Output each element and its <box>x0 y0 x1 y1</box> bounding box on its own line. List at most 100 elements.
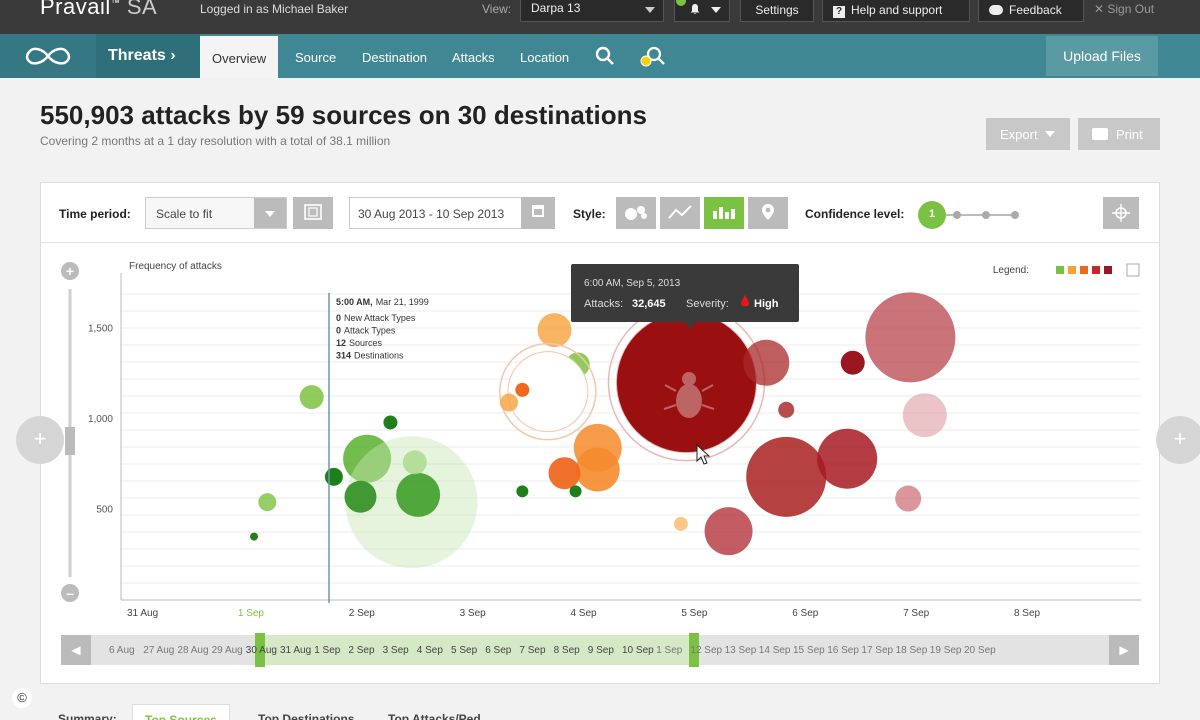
timeline-date-label: 9 Sep <box>587 645 614 656</box>
bubble <box>548 457 581 490</box>
bubble <box>324 467 343 486</box>
x-tick-label: 6 Sep <box>792 608 819 619</box>
chart-prev-button[interactable]: + <box>16 416 64 464</box>
bubble <box>778 401 795 418</box>
chevron-down-icon <box>254 198 286 228</box>
legend-swatch <box>1056 266 1064 274</box>
view-select[interactable]: Darpa 13 <box>520 0 664 22</box>
chevron-right-icon: › <box>170 47 176 64</box>
bubble-chart-icon <box>625 206 647 220</box>
timeline-next-button[interactable]: ▶ <box>1109 635 1139 665</box>
feedback-button[interactable]: Feedback <box>978 0 1084 22</box>
bubble-chart[interactable]: + – Frequency of attacks Legend: 500 1,00… <box>41 243 1159 631</box>
timeline-date-label: 4 Sep <box>416 645 443 656</box>
map-pin-icon <box>762 204 774 220</box>
timeline-date-label: 5 Sep <box>451 645 478 656</box>
timeline-scrubber[interactable]: ◀ 6 Aug 27 Aug 28 Aug 29 Aug 30 Aug 31 Aug 1 S… <box>61 633 1139 667</box>
locate-button[interactable] <box>1103 197 1139 229</box>
style-bar-button[interactable] <box>704 197 744 229</box>
zoom-out-minus: – <box>66 585 74 601</box>
calendar-button[interactable] <box>521 197 555 229</box>
bubble <box>383 415 398 430</box>
search-icon[interactable] <box>595 46 615 66</box>
marker-time: 5:00 AM, Mar 21, 1999 <box>336 297 429 307</box>
y-tick-label: 1,000 <box>88 414 113 425</box>
confidence-stop[interactable] <box>1011 211 1019 219</box>
timeline-prev-button[interactable]: ◀ <box>61 635 91 665</box>
chart-next-button[interactable]: + <box>1156 416 1200 464</box>
settings-button[interactable]: Settings <box>740 0 814 22</box>
help-icon: ? <box>833 6 845 18</box>
close-icon: ✕ <box>1094 2 1108 16</box>
timeline-date-label: 10 Sep <box>622 645 654 656</box>
print-button[interactable]: Print <box>1078 118 1160 150</box>
bubble <box>537 313 572 348</box>
timeline-date-label: 7 Sep <box>519 645 546 656</box>
tab-source[interactable]: Source <box>295 34 336 78</box>
timeline-date-label: 17 Sep <box>861 645 894 656</box>
y-axis-label: Frequency of attacks <box>129 261 222 272</box>
feedback-label: Feedback <box>1009 3 1062 17</box>
time-period-select[interactable]: Scale to fit <box>145 197 287 229</box>
timeline-date-label: 8 Sep <box>553 645 580 656</box>
nav-threats[interactable]: Threats › <box>96 34 200 78</box>
tab-top-sources[interactable]: Top Sources <box>132 704 230 720</box>
y-tick-label: 1,500 <box>88 323 113 334</box>
date-range-value: 30 Aug 2013 - 10 Sep 2013 <box>358 207 505 221</box>
tab-top-attacks[interactable]: Top Attacks/Ped <box>376 704 493 720</box>
timeline-date-label: 1 Sep <box>314 645 341 656</box>
confidence-stop[interactable] <box>982 211 990 219</box>
advanced-search-icon[interactable] <box>640 46 666 68</box>
style-bubble-button[interactable] <box>616 197 656 229</box>
style-line-button[interactable] <box>660 197 700 229</box>
chevron-down-icon <box>1045 131 1056 137</box>
page-title: 550,903 attacks by 59 sources on 30 dest… <box>40 100 647 130</box>
bubble <box>902 393 947 438</box>
marker-details: 0 New Attack Types 0 Attack Types 12 Sources 3… <box>336 313 416 361</box>
calendar-icon <box>532 205 544 217</box>
tab-attacks[interactable]: Attacks <box>452 34 495 78</box>
export-button[interactable]: Export <box>986 118 1070 150</box>
brand-logo[interactable]: Pravail™ SA <box>40 0 157 20</box>
legend-swatch <box>1092 266 1100 274</box>
tab-destination[interactable]: Destination <box>362 34 427 78</box>
confidence-stop[interactable] <box>953 211 961 219</box>
help-button[interactable]: ? Help and support <box>822 0 970 22</box>
tooltip-box <box>571 264 799 322</box>
confidence-label: Confidence level: <box>805 207 905 221</box>
sign-out-link[interactable]: ✕ Sign Out <box>1094 2 1154 16</box>
tooltip: 6:00 AM, Sep 5, 2013 Attacks: 32,645 Sev… <box>571 264 799 329</box>
bubble <box>746 436 827 517</box>
timeline-date-label: 28 Aug <box>177 645 209 656</box>
chevron-down-icon <box>711 7 721 13</box>
bubble <box>817 428 878 489</box>
top-bar: Pravail™ SA Logged in as Michael Baker V… <box>0 0 1200 34</box>
zoom-slider-handle[interactable] <box>65 427 75 455</box>
tab-top-destinations[interactable]: Top Destinations <box>246 704 366 720</box>
marker-detail-line: 314 Destinations <box>336 351 404 361</box>
upload-files-button[interactable]: Upload Files <box>1046 36 1158 76</box>
tab-overview[interactable]: Overview <box>200 36 279 78</box>
bubble <box>743 339 790 386</box>
bell-icon <box>690 4 700 14</box>
timeline-date-label: 29 Aug <box>211 645 243 656</box>
time-period-label: Time period: <box>59 207 131 221</box>
bubble <box>575 447 620 492</box>
infinity-logo[interactable] <box>0 34 96 78</box>
x-axis-ticks: 31 Aug 1 Sep 2 Sep 3 Sep 4 Sep 5 Sep 6 Sep 7 Se… <box>127 608 1041 619</box>
legend[interactable] <box>1056 266 1112 274</box>
legend-label: Legend: <box>993 265 1029 276</box>
fit-to-screen-button[interactable] <box>293 197 333 229</box>
confidence-slider-handle[interactable]: 1 <box>918 201 946 229</box>
printer-icon <box>1092 128 1108 140</box>
summary-tabs: Summary: Top Sources Top Destinations To… <box>0 700 1200 720</box>
page-subtitle: Covering 2 months at a 1 day resolution … <box>40 134 391 148</box>
timeline-date-label: 2 Sep <box>348 645 375 656</box>
x-tick-label: 8 Sep <box>1014 608 1041 619</box>
bubble <box>865 292 956 383</box>
timeline-date-label: 27 Aug <box>143 645 175 656</box>
tab-location[interactable]: Location <box>520 34 569 78</box>
legend-toggle-icon[interactable] <box>1126 263 1140 277</box>
style-map-button[interactable] <box>748 197 788 229</box>
export-label: Export <box>1000 127 1038 142</box>
